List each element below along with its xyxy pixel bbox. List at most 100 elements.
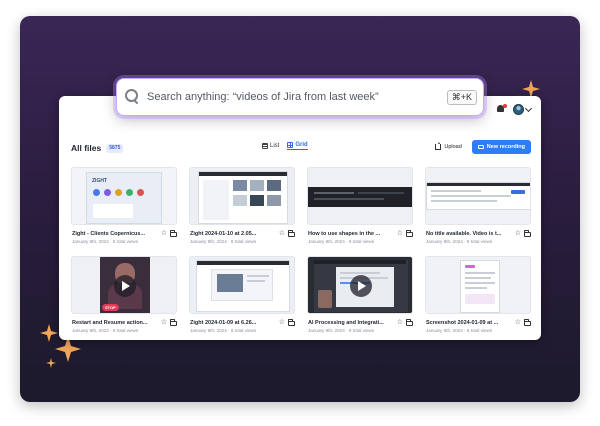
new-recording-label: New recording — [486, 144, 525, 150]
star-icon[interactable]: ☆ — [515, 230, 521, 237]
file-title[interactable]: How to use shapes in the ... — [308, 231, 388, 237]
file-thumbnail[interactable] — [189, 167, 295, 225]
file-card[interactable]: Zight 2024-01-09 at 6.26... January 9th,… — [189, 256, 295, 334]
app-window: All files 5875 List Grid Upload New reco… — [59, 96, 541, 340]
thumb-screenshot — [426, 182, 530, 210]
play-icon[interactable] — [350, 275, 372, 297]
search-icon — [125, 89, 139, 103]
folder-icon[interactable] — [524, 319, 531, 326]
file-thumbnail[interactable]: ZIGHT — [71, 167, 177, 225]
view-list-button[interactable]: List — [262, 143, 279, 149]
file-meta: January 9th, 2024 · 8 total views — [190, 328, 257, 333]
folder-icon[interactable] — [170, 230, 177, 237]
file-actions: ☆ — [397, 230, 413, 237]
file-views: 8 total views — [112, 328, 139, 333]
file-title[interactable]: Zight 2024-01-09 at 6.26... — [190, 320, 270, 326]
star-icon[interactable]: ☆ — [279, 319, 285, 326]
file-card[interactable]: Screenshot 2024-01-09 at ... January 9th… — [425, 256, 531, 334]
file-thumbnail[interactable]: STOP — [71, 256, 177, 314]
file-date: January 9th, 2024 — [308, 239, 345, 244]
bell-icon[interactable] — [496, 103, 507, 115]
view-grid-label: Grid — [295, 142, 308, 148]
file-date: January 9th, 2024 — [72, 239, 109, 244]
zight-logo: ZIGHT — [92, 178, 107, 184]
search-input[interactable] — [147, 88, 437, 106]
file-card[interactable]: STOP Restart and Resume action... Januar… — [71, 256, 177, 334]
file-actions: ☆ — [161, 319, 177, 326]
folder-icon[interactable] — [288, 319, 295, 326]
folder-icon[interactable] — [170, 319, 177, 326]
camera-icon — [477, 145, 484, 149]
file-views: 8 total views — [348, 328, 375, 333]
view-list-label: List — [270, 143, 280, 149]
file-date: January 9th, 2024 — [426, 239, 463, 244]
view-grid-button[interactable]: Grid — [287, 142, 308, 150]
file-actions: ☆ — [515, 230, 531, 237]
file-actions: ☆ — [279, 230, 295, 237]
file-actions: ☆ — [397, 319, 413, 326]
header-icons — [496, 103, 533, 115]
chevron-down-icon — [524, 104, 533, 113]
folder-icon[interactable] — [288, 230, 295, 237]
play-icon[interactable] — [114, 275, 136, 297]
file-card[interactable]: No title available. Video is t... Januar… — [425, 167, 531, 245]
folder-icon[interactable] — [524, 230, 531, 237]
file-views: 8 total views — [230, 239, 257, 244]
list-icon — [262, 143, 268, 149]
file-meta: January 9th, 2024 · 8 total views — [308, 328, 375, 333]
star-icon[interactable]: ☆ — [515, 319, 521, 326]
file-thumbnail[interactable] — [307, 256, 413, 314]
file-title[interactable]: Restart and Resume action... — [72, 320, 152, 326]
file-views: 8 total views — [466, 239, 493, 244]
file-card[interactable]: AI Processing and Integrati... January 9… — [307, 256, 413, 334]
user-menu[interactable] — [513, 104, 533, 115]
star-icon[interactable]: ☆ — [161, 230, 167, 237]
star-icon[interactable]: ☆ — [279, 230, 285, 237]
file-thumbnail[interactable] — [425, 167, 531, 225]
file-meta: January 9th, 2024 · 8 total views — [308, 239, 375, 244]
file-date: January 9th, 2024 — [190, 328, 227, 333]
file-title[interactable]: No title available. Video is t... — [426, 231, 506, 237]
file-card[interactable]: How to use shapes in the ... January 9th… — [307, 167, 413, 245]
file-card[interactable]: ZIGHT Zight - Clients Copernicus... Janu… — [71, 167, 177, 245]
file-meta: January 9th, 2024 · 8 total views — [426, 239, 493, 244]
files-toolbar: All files 5875 List Grid Upload New reco… — [71, 140, 531, 156]
folder-icon[interactable] — [406, 230, 413, 237]
thumb-screenshot: ZIGHT — [86, 172, 162, 224]
file-card[interactable]: Zight 2024-01-10 at 2.05... January 9th,… — [189, 167, 295, 245]
star-icon[interactable]: ☆ — [397, 230, 403, 237]
file-views: 8 total views — [348, 239, 375, 244]
file-thumbnail[interactable] — [425, 256, 531, 314]
file-thumbnail[interactable] — [307, 167, 413, 225]
file-meta: January 9th, 2024 · 8 total views — [72, 328, 139, 333]
file-date: January 9th, 2024 — [426, 328, 463, 333]
global-search-bar[interactable]: ⌘+K — [116, 78, 484, 116]
file-actions: ☆ — [279, 319, 295, 326]
grid-icon — [287, 142, 294, 148]
thumb-screenshot — [198, 171, 288, 224]
avatar[interactable] — [513, 104, 524, 115]
upload-button[interactable]: Upload — [435, 142, 462, 150]
file-views: 8 total views — [230, 328, 257, 333]
file-title[interactable]: Screenshot 2024-01-09 at ... — [426, 320, 506, 326]
view-toggle: List Grid — [262, 142, 308, 150]
file-date: January 9th, 2024 — [190, 239, 227, 244]
file-title[interactable]: AI Processing and Integrati... — [308, 320, 388, 326]
folder-icon[interactable] — [406, 319, 413, 326]
stop-badge: STOP — [102, 304, 119, 311]
file-date: January 9th, 2024 — [72, 328, 109, 333]
thumb-screenshot — [196, 260, 290, 312]
file-thumbnail[interactable] — [189, 256, 295, 314]
upload-label: Upload — [444, 144, 462, 150]
file-title[interactable]: Zight 2024-01-10 at 2.05... — [190, 231, 270, 237]
shortcut-hint: ⌘+K — [446, 90, 477, 105]
new-recording-button[interactable]: New recording — [471, 140, 531, 154]
file-title[interactable]: Zight - Clients Copernicus... — [72, 231, 152, 237]
file-views: 8 total views — [112, 239, 139, 244]
star-icon[interactable]: ☆ — [397, 319, 403, 326]
file-meta: January 9th, 2024 · 8 total views — [190, 239, 257, 244]
file-actions: ☆ — [515, 319, 531, 326]
star-icon[interactable]: ☆ — [161, 319, 167, 326]
thumb-screenshot — [308, 187, 412, 207]
file-count-badge: 5875 — [106, 143, 124, 153]
